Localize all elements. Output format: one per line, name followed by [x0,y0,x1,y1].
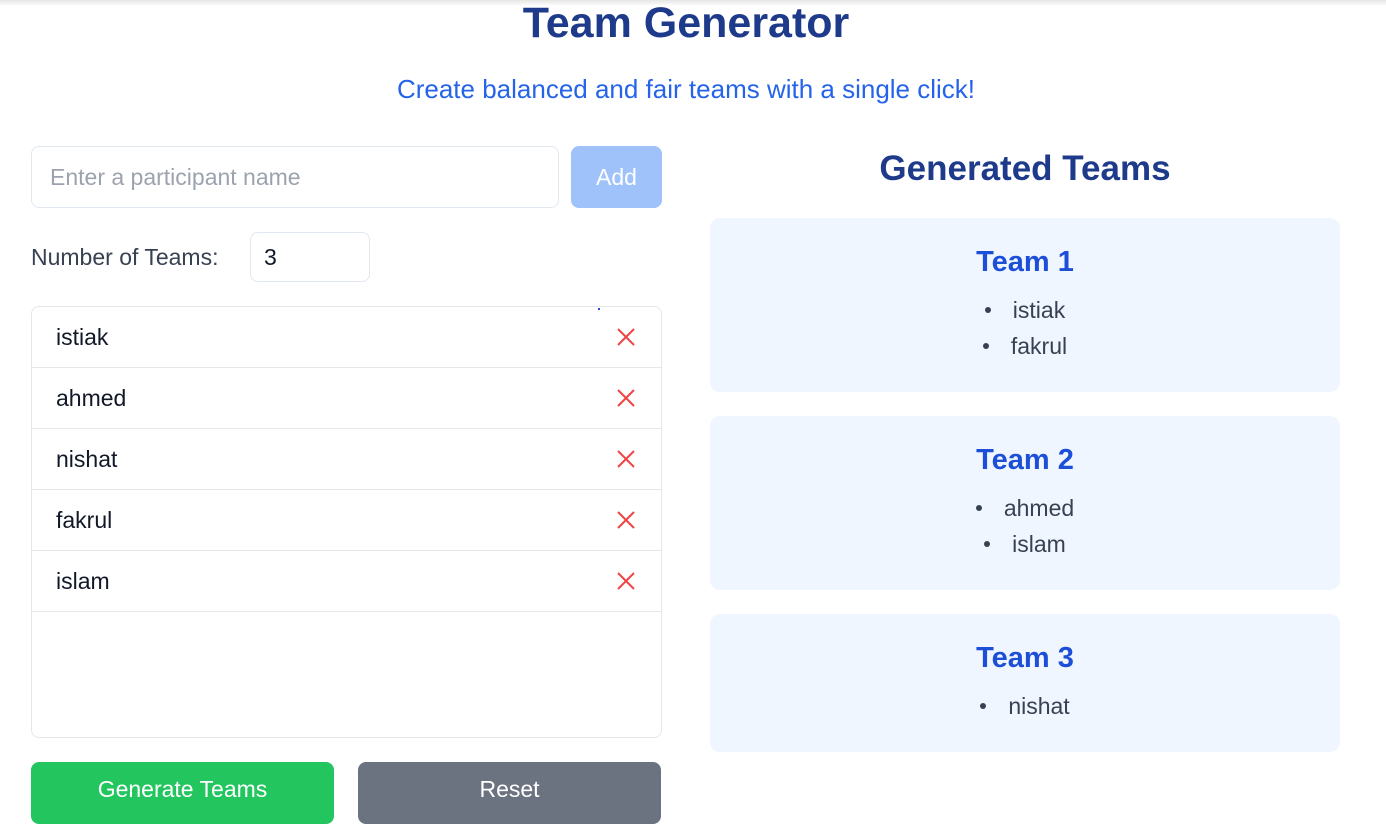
bullet [975,504,982,511]
bullet [982,342,989,349]
participant-name: fakrul [56,507,113,533]
team-member: islam [710,526,1340,562]
add-button[interactable]: Add [571,146,662,208]
participant-row: nishat [32,429,661,490]
participant-row: ahmed [32,368,661,429]
participant-row: islam [32,551,661,612]
number-of-teams-label: Number of Teams: [31,244,219,270]
participant-name: ahmed [56,385,127,411]
close-icon[interactable] [614,447,638,471]
bullet [984,306,991,313]
team-member: istiak [710,292,1340,328]
page-subtitle: Create balanced and fair teams with a si… [396,74,976,104]
team-member-name: nishat [1008,693,1070,719]
team-member: nishat [710,688,1340,724]
bullet [984,540,991,547]
team-member-list: istiak fakrul [710,292,1340,364]
team-member-name: ahmed [1003,495,1075,521]
participant-row: istiak [32,307,661,368]
team-card: Team 2 ahmed islam [710,416,1340,590]
team-card: Team 1 istiak fakrul [710,218,1340,392]
participant-name: istiak [56,324,109,350]
generate-teams-button[interactable]: Generate Teams [31,762,334,824]
team-member-name: fakrul [1010,333,1068,359]
participant-name: nishat [56,446,118,472]
participant-name-input[interactable] [31,146,559,208]
team-member-name: islam [1012,531,1066,557]
team-member-list: ahmed islam [710,490,1340,562]
participant-name: islam [56,568,110,594]
team-name: Team 2 [976,444,1074,476]
team-card: Team 3 nishat [710,614,1340,752]
close-icon[interactable] [614,325,638,349]
generated-teams-title: Generated Teams [879,149,1171,188]
close-icon[interactable] [614,569,638,593]
page-title: Team Generator [522,0,850,47]
team-name: Team 3 [976,642,1074,674]
reset-button[interactable]: Reset [358,762,661,824]
number-of-teams-input[interactable] [250,232,370,282]
team-member-name: istiak [1012,297,1066,323]
close-icon[interactable] [614,508,638,532]
bullet [980,702,987,709]
team-member: ahmed [710,490,1340,526]
participant-list: istiak ahmed nishat fakrul islam [31,306,662,738]
close-icon[interactable] [614,386,638,410]
participant-row: fakrul [32,490,661,551]
team-name: Team 1 [976,246,1074,278]
team-member-list: nishat [710,688,1340,724]
team-member: fakrul [710,328,1340,364]
